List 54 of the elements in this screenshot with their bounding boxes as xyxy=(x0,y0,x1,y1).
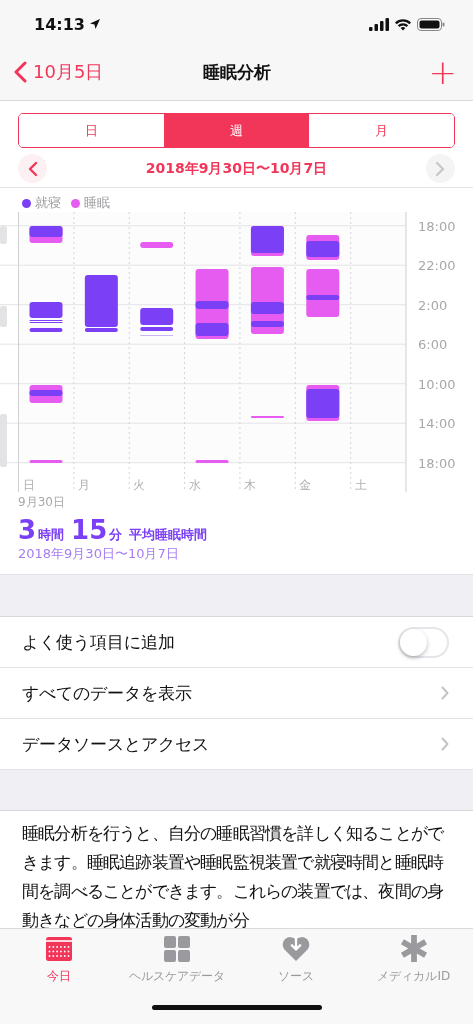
settings-row[interactable]: よく使う項目に追加 xyxy=(0,617,473,668)
battery-icon xyxy=(417,17,445,31)
day-label: 月 xyxy=(77,478,90,492)
time-axis-label: 2:00 xyxy=(418,297,448,313)
chevron-right-icon xyxy=(441,686,449,700)
summary-date-range: 2018年9月30日〜10月7日 xyxy=(18,545,180,563)
time-axis-label: 14:00 xyxy=(418,416,456,432)
hours-unit: 時間 xyxy=(38,526,65,544)
hours-value: 3 xyxy=(18,515,37,545)
settings-row[interactable]: データソースとアクセス xyxy=(0,719,473,769)
time-axis-label: 18:00 xyxy=(418,218,456,234)
day-label: 土 xyxy=(354,478,367,492)
legend-label: 就寝 xyxy=(35,194,61,212)
chevron-right-icon xyxy=(441,737,449,751)
time-axis-label: 22:00 xyxy=(418,258,456,274)
day-label: 水 xyxy=(188,478,201,492)
time-axis-label: 6:00 xyxy=(418,337,448,353)
home-indicator[interactable] xyxy=(151,1004,322,1010)
average-caption: 平均睡眠時間 xyxy=(129,526,208,544)
back-button[interactable]: 10月5日 xyxy=(14,60,104,84)
wifi-icon xyxy=(394,17,412,31)
tab-bar-item[interactable]: メディカルID xyxy=(354,929,473,991)
grid-icon xyxy=(164,936,191,962)
minutes-value: 15 xyxy=(71,515,108,545)
time-axis-label: 18:00 xyxy=(418,455,456,471)
heart-download-icon xyxy=(280,935,311,962)
chevron-left-icon xyxy=(27,160,38,177)
tab-bar-item[interactable]: ソース xyxy=(236,929,355,991)
calendar-icon xyxy=(45,936,74,962)
chevron-right-icon xyxy=(435,160,446,177)
settings-row[interactable]: すべてのデータを表示 xyxy=(0,668,473,719)
row-label: よく使う項目に追加 xyxy=(22,630,175,654)
row-label: データソースとアクセス xyxy=(22,732,209,756)
tab-bar-item[interactable]: ヘルスケアデータ xyxy=(118,929,237,991)
date-range: 2018年9月30日〜10月7日 xyxy=(145,159,328,178)
legend-label: 睡眠 xyxy=(84,194,110,212)
add-button[interactable]: + xyxy=(428,57,457,87)
minutes-unit: 分 xyxy=(109,526,123,544)
signal-icon xyxy=(369,17,389,31)
time-axis-label: 10:00 xyxy=(418,376,456,392)
previous-button[interactable] xyxy=(18,154,47,183)
asterisk-icon xyxy=(399,935,428,962)
toggle-switch[interactable] xyxy=(398,626,449,658)
row-label: すべてのデータを表示 xyxy=(22,681,192,705)
day-label: 日 xyxy=(22,478,35,492)
day-label: 金 xyxy=(299,478,312,492)
location-arrow-icon xyxy=(88,18,101,30)
segment-tab[interactable]: 週 xyxy=(164,114,309,147)
start-date: 9月30日 xyxy=(18,494,66,511)
day-label: 木 xyxy=(243,478,256,492)
page-title: 睡眠分析 xyxy=(201,60,272,84)
clock-time: 14:13 xyxy=(34,14,85,34)
day-label: 火 xyxy=(133,478,146,492)
chevron-left-icon xyxy=(14,61,27,83)
